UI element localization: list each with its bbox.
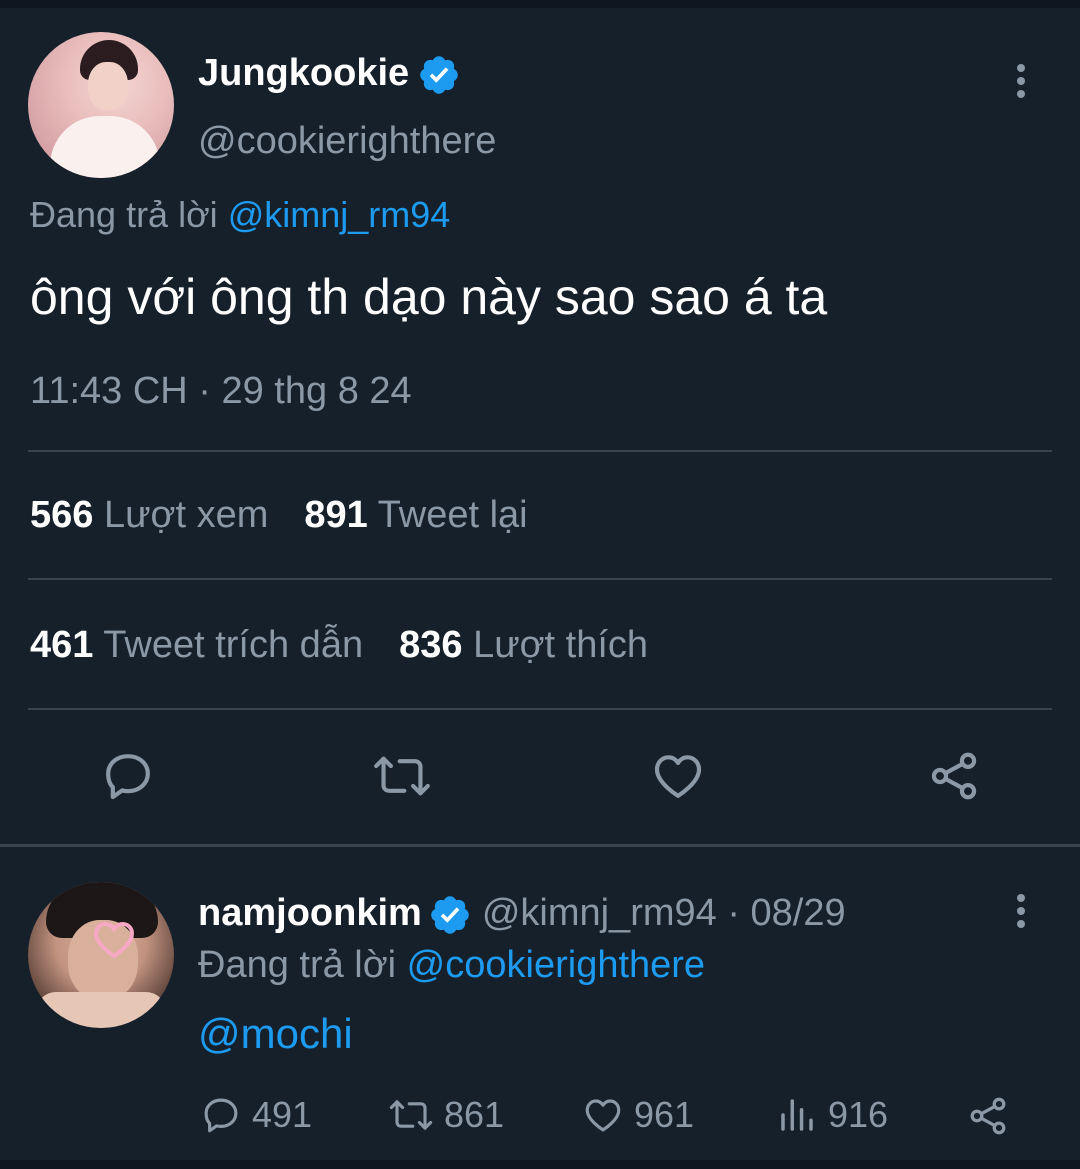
display-name[interactable]: Jungkookie	[198, 52, 409, 94]
retweet-icon[interactable]	[372, 748, 432, 804]
retweet-count: 861	[444, 1094, 505, 1135]
stats-row-1: 566 Lượt xem 891 Tweet lại	[30, 494, 528, 537]
share-icon[interactable]	[966, 1094, 1010, 1138]
reply-icon[interactable]	[100, 748, 156, 804]
author-name[interactable]: Jungkookie	[198, 52, 461, 97]
retweet-count-button[interactable]: 861	[388, 1094, 504, 1136]
tweet-timestamp[interactable]: 11:43 CH · 29 thg 8 24	[30, 370, 412, 413]
share-icon[interactable]	[926, 748, 982, 804]
reply-count: 491	[252, 1094, 313, 1135]
replying-prefix: Đang trả lời	[30, 194, 218, 235]
like-icon[interactable]	[650, 748, 706, 804]
analytics-icon	[781, 1099, 813, 1131]
tweet-text: ông với ông th dạo này sao sao á ta	[30, 269, 828, 325]
views-count: 916	[828, 1094, 889, 1135]
replying-prefix: Đang trả lời	[198, 944, 397, 986]
reply-author-line: namjoonkim @kimnj_rm94 · 08/29	[198, 892, 846, 937]
divider	[28, 708, 1052, 710]
divider	[28, 450, 1052, 452]
top-edge	[0, 0, 1080, 8]
like-count: 961	[634, 1094, 695, 1135]
reply-replying-to: Đang trả lời @cookierighthere	[198, 944, 705, 987]
likes-stat[interactable]: 836 Lượt thích	[399, 624, 648, 666]
reply-handle-date[interactable]: @kimnj_rm94 · 08/29	[482, 892, 846, 934]
avatar[interactable]	[28, 32, 174, 178]
reply-text-mention[interactable]: @mochi	[198, 1010, 353, 1058]
tweet-separator	[0, 844, 1080, 847]
retweets-stat[interactable]: 891 Tweet lại	[304, 494, 527, 536]
verified-badge-icon	[431, 896, 469, 934]
reply-display-name[interactable]: namjoonkim	[198, 892, 422, 934]
replying-to-link[interactable]: @kimnj_rm94	[228, 194, 451, 235]
divider	[28, 578, 1052, 580]
like-count-button[interactable]: 961	[582, 1094, 694, 1136]
more-options-icon[interactable]	[1012, 64, 1030, 100]
reply-count-button[interactable]: 491	[200, 1094, 312, 1136]
more-options-icon[interactable]	[1012, 894, 1030, 930]
author-handle[interactable]: @cookierighthere	[198, 120, 496, 163]
retweet-icon	[389, 1100, 433, 1130]
bottom-edge	[0, 1160, 1080, 1169]
quotes-stat[interactable]: 461 Tweet trích dẫn	[30, 624, 363, 666]
like-icon	[585, 1099, 621, 1132]
avatar[interactable]	[28, 882, 174, 1028]
replying-to: Đang trả lời @kimnj_rm94	[30, 194, 450, 236]
reply-icon	[204, 1098, 238, 1133]
views-stat[interactable]: 566 Lượt xem	[30, 494, 268, 536]
replying-to-link[interactable]: @cookierighthere	[407, 944, 705, 986]
stats-row-2: 461 Tweet trích dẫn 836 Lượt thích	[30, 624, 648, 667]
views-count-button[interactable]: 916	[776, 1094, 888, 1136]
verified-badge-icon	[420, 56, 458, 94]
